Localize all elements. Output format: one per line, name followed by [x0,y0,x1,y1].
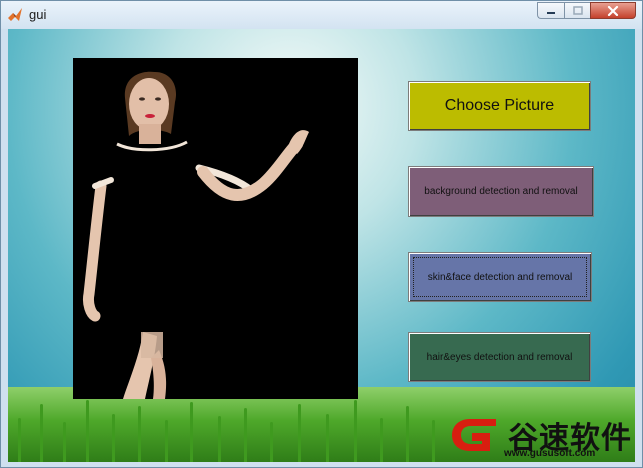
skin-face-removal-button[interactable]: skin&face detection and removal [408,252,592,302]
app-window: gui Choose Picture background detection … [0,0,643,468]
figure-area: Choose Picture background detection and … [8,29,635,462]
watermark-url: www.gususoft.com [504,448,596,459]
gususoft-logo-icon [452,419,496,451]
close-icon [607,5,619,16]
minimize-button[interactable] [537,2,564,19]
segmented-person-image [83,71,309,399]
image-axes [73,58,358,399]
matlab-icon [8,8,22,21]
hair-eyes-removal-button[interactable]: hair&eyes detection and removal [408,332,591,382]
window-title: gui [29,7,47,22]
window-controls [537,2,636,19]
maximize-icon [572,6,583,15]
background-removal-button[interactable]: background detection and removal [408,166,594,217]
watermark: 谷速软件 www.gususoft.com [442,407,635,462]
title-bar[interactable]: gui [1,1,642,29]
choose-picture-button[interactable]: Choose Picture [408,81,591,131]
close-button[interactable] [590,2,636,19]
minimize-icon [547,11,555,14]
maximize-button[interactable] [564,2,590,19]
